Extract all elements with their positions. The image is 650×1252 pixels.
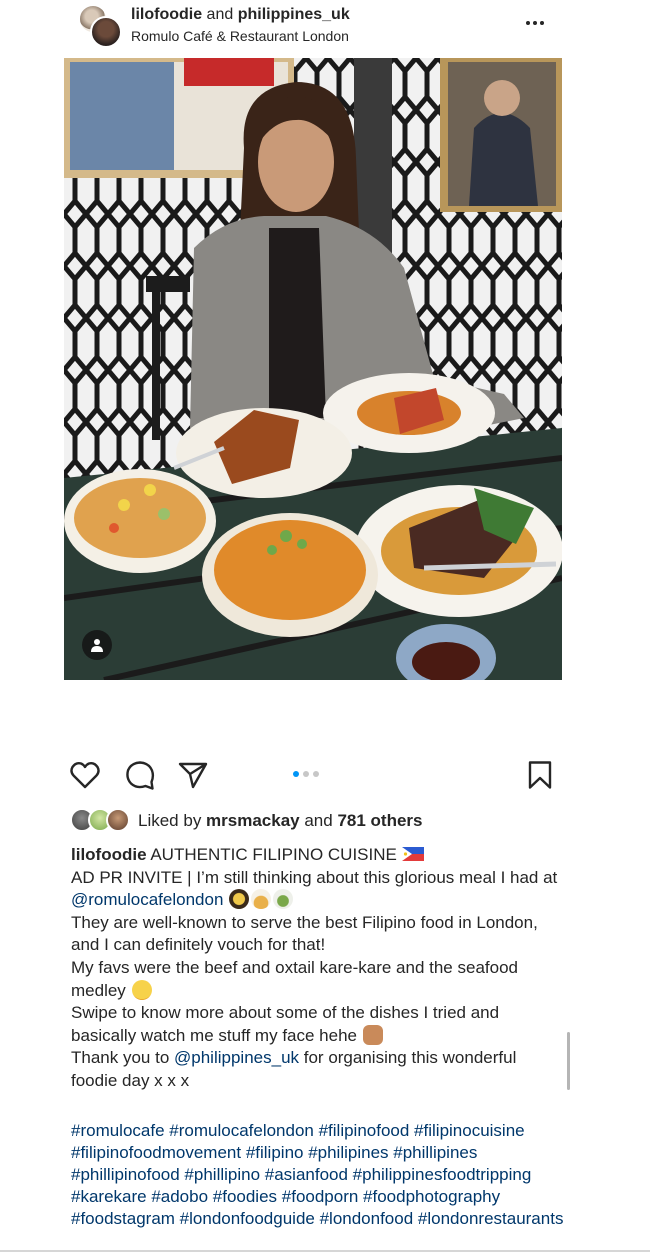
likes-prefix: Liked by: [138, 811, 207, 830]
bookmark-icon[interactable]: [523, 758, 557, 792]
carousel-dot-active: [293, 771, 299, 777]
mention-link[interactable]: @philippines_uk: [174, 1048, 299, 1067]
comment-icon[interactable]: [123, 758, 157, 792]
more-options-icon[interactable]: [520, 8, 550, 38]
caption-text: AD PR INVITE | I’m still thinking about …: [71, 867, 558, 887]
caption-line: Thank you to @philippines_uk for organis…: [71, 1047, 561, 1092]
collaborator-username[interactable]: philippines_uk: [238, 6, 350, 23]
caption-text: Thank you to: [71, 1048, 175, 1068]
authors-joiner: and: [202, 6, 238, 23]
philippines-flag-icon: [401, 847, 424, 861]
avatar: [90, 16, 122, 48]
post-header: lilofoodie and philippines_uk Romulo Caf…: [0, 0, 650, 56]
caption-line: AD PR INVITE | I’m still thinking about …: [71, 867, 561, 912]
heart-icon[interactable]: [68, 758, 102, 792]
caption-line: They are well-known to serve the best Fi…: [71, 912, 538, 955]
post-authors[interactable]: lilofoodie and philippines_uk: [131, 6, 350, 24]
author-username[interactable]: lilofoodie: [131, 6, 202, 23]
post-location[interactable]: Romulo Café & Restaurant London: [131, 28, 349, 44]
carousel-dot: [313, 771, 319, 777]
caption-username[interactable]: lilofoodie: [71, 845, 147, 864]
user-tag-icon[interactable]: [82, 630, 112, 660]
caption-text: AUTHENTIC FILIPINO CUISINE: [146, 845, 402, 864]
noodles-emoji-icon: [251, 889, 272, 910]
post-photo-illustration: [64, 58, 562, 680]
caption-line: My favs were the beef and oxtail kare-ka…: [71, 957, 561, 1002]
carousel-dot: [303, 771, 309, 777]
carousel-indicator: [293, 771, 319, 777]
caption-line: Swipe to know more about some of the dis…: [71, 1002, 561, 1047]
heart-eyes-emoji-icon: [131, 979, 152, 1000]
post-actions: [0, 752, 650, 798]
likes-others[interactable]: 781 others: [337, 811, 422, 830]
dish-emoji-icon: [229, 889, 250, 910]
scrollbar[interactable]: [567, 1032, 570, 1090]
likes-joiner: and: [299, 811, 338, 830]
collab-avatars[interactable]: [78, 4, 124, 48]
likes-summary[interactable]: Liked by mrsmackay and 781 others: [70, 808, 570, 834]
mention-link[interactable]: @romulocafelondon: [71, 890, 223, 909]
likes-text[interactable]: Liked by mrsmackay and 781 others: [138, 811, 422, 831]
hashtags[interactable]: #romulocafe #romulocafelondon #filipinof…: [71, 1120, 571, 1230]
soup-emoji-icon: [273, 889, 294, 910]
raising-hands-emoji-icon: [362, 1024, 383, 1045]
liker-username[interactable]: mrsmackay: [206, 811, 300, 830]
share-icon[interactable]: [176, 758, 210, 792]
caption-text: Swipe to know more about some of the dis…: [71, 1003, 500, 1045]
liker-avatars: [70, 808, 132, 832]
post-photo[interactable]: [64, 58, 562, 680]
avatar: [106, 808, 130, 832]
caption-line: lilofoodie AUTHENTIC FILIPINO CUISINE: [71, 844, 561, 867]
post-caption: lilofoodie AUTHENTIC FILIPINO CUISINE AD…: [71, 844, 561, 1093]
